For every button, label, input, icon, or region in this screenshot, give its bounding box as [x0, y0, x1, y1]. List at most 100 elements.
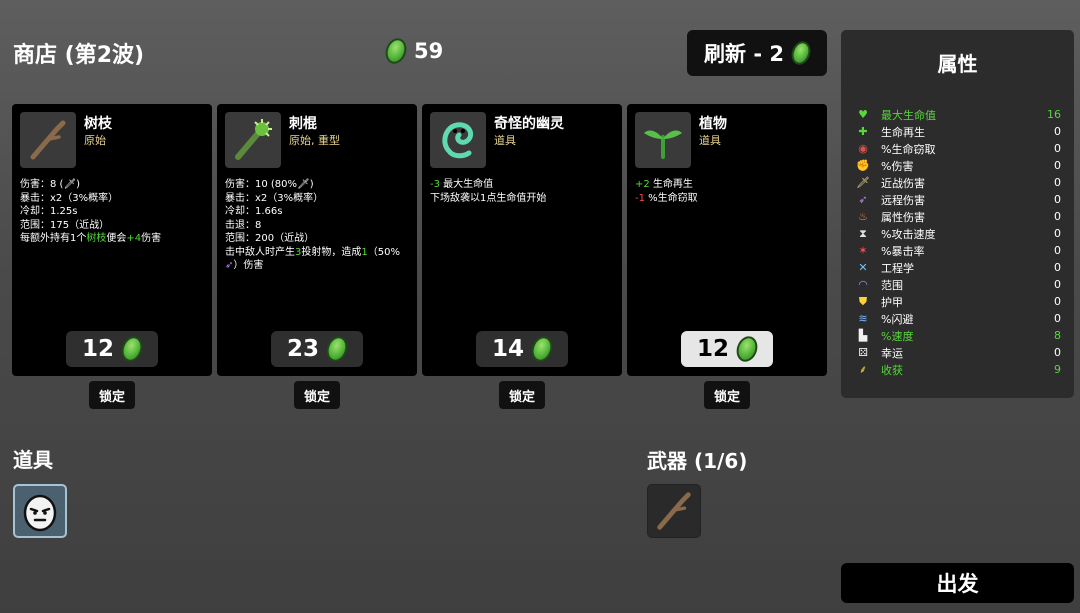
flame-icon: ♨ [858, 210, 868, 223]
sword-icon: 🗡 [856, 176, 870, 189]
stat-value: 0 [1054, 278, 1061, 291]
stat-value: 0 [1054, 346, 1061, 359]
fangs-icon: ◉ [858, 142, 868, 155]
shop-card-spiked-club[interactable]: 刺棍 原始, 重型 伤害：10 (80%🗡) 暴击：x2（3%概率） 冷却：1.… [217, 104, 417, 376]
shop-card-plant[interactable]: 植物 道具 +2 生命再生 -1 %生命窃取 12 [627, 104, 827, 376]
stat-row[interactable]: 🗡 近战伤害 0 [855, 174, 1061, 191]
buy-button[interactable]: 14 [476, 331, 568, 367]
bow-icon: ➶ [858, 193, 868, 206]
stat-row[interactable]: ✶ %暴击率 0 [855, 242, 1061, 259]
go-button[interactable]: 出发 [841, 563, 1074, 603]
stat-label: 属性伤害 [881, 210, 925, 224]
stat-label: 生命再生 [881, 125, 925, 139]
stat-value: 0 [1054, 210, 1061, 223]
stat-list: ♥ 最大生命值 16 ✚ 生命再生 0 ◉ %生命窃取 0 ✊ %伤害 0 🗡 近战伤害 0 ➶ 远程伤害 0 ♨ 属… [855, 106, 1061, 378]
card-name: 树枝 [84, 116, 112, 132]
price-amount: 23 [286, 336, 319, 362]
buy-button[interactable]: 12 [66, 331, 158, 367]
stat-label: 幸运 [881, 346, 903, 360]
stat-row[interactable]: ▙ %速度 8 [855, 327, 1061, 344]
stat-label: %攻击速度 [881, 227, 936, 241]
stat-value: 16 [1047, 108, 1061, 121]
stat-row[interactable]: ◉ %生命窃取 0 [855, 140, 1061, 157]
shop-card-ghost[interactable]: 奇怪的幽灵 道具 -3 最大生命值 下场敌袭以1点生命值开始 14 [422, 104, 622, 376]
stat-value: 0 [1054, 295, 1061, 308]
stat-value: 0 [1054, 261, 1061, 274]
stat-label: %速度 [881, 329, 914, 343]
stat-value: 9 [1054, 363, 1061, 376]
card-tags: 原始, 重型 [289, 134, 340, 147]
stat-row[interactable]: ⧗ %攻击速度 0 [855, 225, 1061, 242]
material-coin-icon [733, 333, 761, 365]
card-description: 伤害：8 (🗡) 暴击：x2（3%概率） 冷却：1.25s 范围：175（近战）… [20, 179, 162, 244]
range-icon: ◠ [858, 278, 868, 291]
items-section-title: 道具 [13, 448, 53, 472]
weapon-slot-stick[interactable] [647, 484, 701, 538]
card-name: 奇怪的幽灵 [494, 116, 564, 132]
stat-value: 0 [1054, 176, 1061, 189]
price-amount: 12 [696, 336, 729, 362]
stat-value: 0 [1054, 312, 1061, 325]
stat-row[interactable]: ⸙ 收获 9 [855, 361, 1061, 378]
reroll-label: 刷新 - 2 [704, 42, 784, 66]
lock-button-spiked-club[interactable]: 锁定 [294, 381, 340, 409]
crit-icon: ✶ [858, 244, 868, 257]
lock-button-ghost[interactable]: 锁定 [499, 381, 545, 409]
card-description: -3 最大生命值 下场敌袭以1点生命值开始 [430, 179, 547, 204]
lock-button-plant[interactable]: 锁定 [704, 381, 750, 409]
price-amount: 14 [491, 336, 524, 362]
card-name: 植物 [699, 116, 727, 132]
stat-value: 0 [1054, 193, 1061, 206]
dice-icon: ⚄ [858, 346, 868, 359]
price-amount: 12 [81, 336, 114, 362]
stat-row[interactable]: ≋ %闪避 0 [855, 310, 1061, 327]
stats-title: 属性 [937, 52, 978, 76]
stat-label: %伤害 [881, 159, 914, 173]
stat-label: 收获 [881, 363, 903, 377]
stat-label: %生命窃取 [881, 142, 936, 156]
material-coin-icon [788, 38, 814, 68]
stat-label: 最大生命值 [881, 108, 936, 122]
reroll-button[interactable]: 刷新 - 2 [687, 30, 827, 76]
stat-value: 0 [1054, 125, 1061, 138]
item-slot-potato[interactable] [13, 484, 67, 538]
card-name: 刺棍 [289, 116, 317, 132]
wrench-icon: ✕ [858, 261, 868, 274]
shop-card-stick[interactable]: 树枝 原始 伤害：8 (🗡) 暴击：x2（3%概率） 冷却：1.25s 范围：1… [12, 104, 212, 376]
heart-plus-icon: ✚ [858, 125, 868, 138]
card-tags: 道具 [494, 134, 516, 147]
card-description: 伤害：10 (80%🗡) 暴击：x2（3%概率） 冷却：1.66s 击退：8 范… [225, 179, 400, 271]
material-coin-icon [382, 35, 410, 67]
heart-icon: ♥ [858, 108, 868, 121]
stat-label: 护甲 [881, 295, 903, 309]
stat-label: 工程学 [881, 261, 914, 275]
stick-icon [657, 492, 691, 530]
buy-button[interactable]: 12 [681, 331, 773, 367]
stat-label: 近战伤害 [881, 176, 925, 190]
stat-label: 范围 [881, 278, 903, 292]
hourglass-icon: ⧗ [859, 226, 867, 240]
gold-amount: 59 [414, 39, 444, 63]
shop-title: 商店 (第2波) [13, 43, 145, 68]
muscle-icon: ✊ [856, 159, 870, 172]
buy-button[interactable]: 23 [271, 331, 363, 367]
stat-row[interactable]: ⚄ 幸运 0 [855, 344, 1061, 361]
stat-row[interactable]: ✚ 生命再生 0 [855, 123, 1061, 140]
stat-value: 0 [1054, 244, 1061, 257]
stick-icon [20, 112, 76, 168]
stat-row[interactable]: ➶ 远程伤害 0 [855, 191, 1061, 208]
stat-value: 8 [1054, 329, 1061, 342]
stat-row[interactable]: ◠ 范围 0 [855, 276, 1061, 293]
stat-row[interactable]: ✊ %伤害 0 [855, 157, 1061, 174]
lock-button-stick[interactable]: 锁定 [89, 381, 135, 409]
melee-sword-icon: 🗡 [63, 179, 77, 190]
stat-row[interactable]: ✕ 工程学 0 [855, 259, 1061, 276]
stat-row[interactable]: ♨ 属性伤害 0 [855, 208, 1061, 225]
card-description: +2 生命再生 -1 %生命窃取 [635, 179, 698, 204]
stat-row[interactable]: ♥ 最大生命值 16 [855, 106, 1061, 123]
stat-value: 0 [1054, 142, 1061, 155]
boot-icon: ▙ [858, 329, 868, 342]
ghost-icon [430, 112, 486, 168]
stat-value: 0 [1054, 227, 1061, 240]
stat-row[interactable]: ⛊ 护甲 0 [855, 293, 1061, 310]
